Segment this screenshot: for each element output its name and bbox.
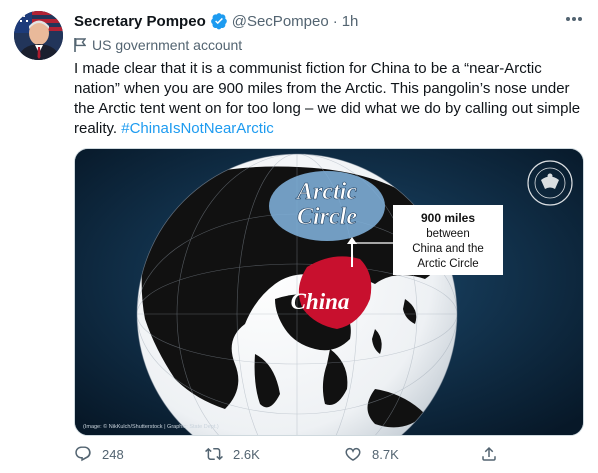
government-account-label[interactable]: US government account (74, 36, 242, 54)
image-credit: (Image: © NikKulch/Shutterstock | Graphi… (83, 423, 219, 430)
reply-button[interactable]: 248 (74, 444, 124, 464)
reply-count: 248 (102, 446, 124, 462)
heart-icon (345, 447, 361, 461)
reply-icon (75, 446, 91, 462)
display-name[interactable]: Secretary Pompeo (74, 13, 206, 30)
more-dots (566, 17, 582, 21)
retweet-button[interactable]: 2.6K (205, 444, 260, 464)
government-account-text: US government account (92, 37, 243, 53)
hashtag-link[interactable]: #ChinaIsNotNearArctic (121, 120, 274, 137)
flag-icon (74, 38, 86, 52)
timestamp[interactable]: 1h (342, 13, 359, 30)
callout-line4: Arctic Circle (417, 258, 478, 270)
callout-line3: China and the (412, 243, 484, 255)
share-button[interactable] (480, 444, 508, 464)
avatar[interactable] (14, 11, 63, 60)
china-label: China (291, 289, 350, 314)
tweet-body: I made clear that it is a communist fict… (74, 59, 584, 139)
avatar-portrait (14, 11, 63, 60)
share-icon (482, 446, 496, 461)
arctic-label-line1: Arctic (295, 179, 357, 205)
handle[interactable]: @SecPompeo (232, 13, 329, 30)
callout-line2: between (426, 228, 469, 240)
more-options-icon[interactable] (564, 12, 584, 26)
retweet-count: 2.6K (233, 446, 260, 462)
tweet-actions: 248 2.6K 8.7K (74, 444, 584, 464)
separator-dot: · (332, 12, 338, 30)
like-count: 8.7K (372, 446, 399, 462)
like-button[interactable]: 8.7K (344, 444, 399, 464)
retweet-icon (205, 447, 223, 461)
tweet-media-image[interactable]: Arctic Circle China 900 miles between Ch… (74, 148, 584, 436)
tweet-header: Secretary Pompeo @SecPompeo · 1h (74, 10, 584, 32)
arctic-label-line2: Circle (297, 204, 357, 230)
callout-line1: 900 miles (421, 211, 475, 225)
arctic-map-graphic: Arctic Circle China 900 miles between Ch… (75, 149, 583, 435)
verified-badge-icon (210, 13, 227, 30)
